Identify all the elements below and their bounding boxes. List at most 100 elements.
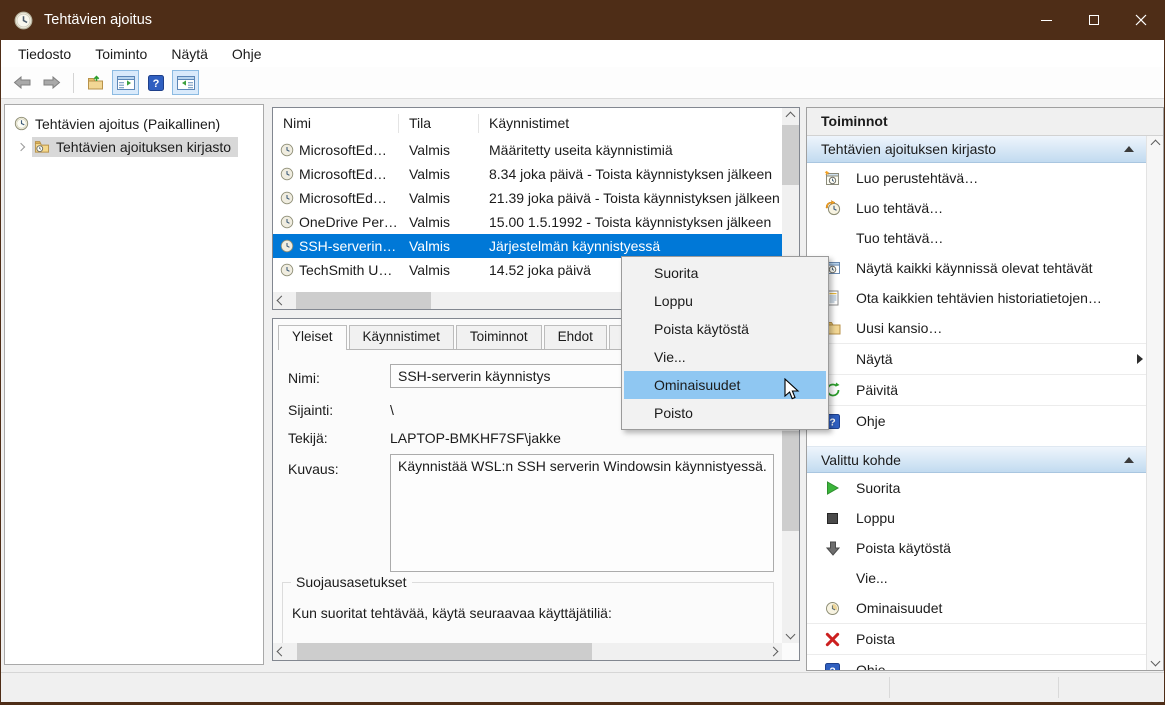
actions-panel: Toiminnot Tehtävien ajoituksen kirjasto … — [806, 107, 1164, 671]
context-menu-delete[interactable]: Poisto — [624, 399, 826, 427]
toolbar: ? — [1, 67, 1164, 99]
task-name: MicrosoftEd… — [299, 190, 387, 206]
column-header-name[interactable]: Nimi — [273, 114, 399, 133]
action-end[interactable]: Loppu — [807, 503, 1146, 533]
action-import-task[interactable]: Tuo tehtävä… — [807, 223, 1146, 253]
statusbar — [1, 672, 1164, 702]
column-header-triggers[interactable]: Käynnistimet — [479, 114, 799, 133]
menu-file[interactable]: Tiedosto — [6, 42, 83, 66]
action-help-selected[interactable]: ? Ohje — [807, 655, 1146, 670]
tab-triggers[interactable]: Käynnistimet — [349, 325, 454, 349]
column-header-status[interactable]: Tila — [399, 114, 479, 133]
action-label: Päivitä — [856, 382, 898, 398]
help-icon: ? — [825, 663, 840, 671]
action-label: Ohje — [856, 413, 886, 429]
collapse-icon[interactable] — [1124, 146, 1134, 152]
action-new-folder[interactable]: Uusi kansio… — [807, 313, 1146, 343]
tree-expander-icon[interactable] — [17, 142, 25, 150]
action-run[interactable]: Suorita — [807, 473, 1146, 503]
hscroll-thumb[interactable] — [296, 292, 431, 309]
task-status: Valmis — [399, 166, 479, 182]
scroll-left-icon[interactable] — [273, 643, 290, 660]
author-label: Tekijä: — [288, 430, 328, 446]
action-view[interactable]: Näytä — [807, 344, 1146, 374]
console-tree-toggle-button[interactable] — [112, 70, 139, 95]
tree-item-root[interactable]: Tehtävien ajoitus (Paikallinen) — [5, 112, 263, 135]
actions-section-selected-label: Valittu kohde — [821, 452, 901, 468]
action-disable[interactable]: Poista käytöstä — [807, 533, 1146, 563]
task-status: Valmis — [399, 262, 479, 278]
task-icon — [280, 239, 294, 253]
context-menu-run[interactable]: Suorita — [624, 259, 826, 287]
tab-conditions[interactable]: Ehdot — [544, 325, 607, 349]
scroll-right-icon[interactable] — [765, 643, 782, 660]
scroll-down-icon[interactable] — [1147, 653, 1164, 670]
tree-item-library[interactable]: Tehtävien ajoituksen kirjasto — [5, 135, 263, 158]
collapse-icon[interactable] — [1124, 457, 1134, 463]
actions-section-library-label: Tehtävien ajoituksen kirjasto — [821, 141, 996, 157]
action-create-basic-task[interactable]: Luo perustehtävä… — [807, 163, 1146, 193]
task-row[interactable]: MicrosoftEd… Valmis Määritetty useita kä… — [273, 138, 782, 162]
action-label: Luo perustehtävä… — [856, 170, 978, 186]
hscroll-thumb[interactable] — [297, 643, 592, 660]
task-row[interactable]: OneDrive Per… Valmis 15.00 1.5.1992 - To… — [273, 210, 782, 234]
action-pane-icon — [177, 76, 195, 90]
app-clock-icon — [14, 11, 33, 30]
delete-icon — [825, 632, 840, 647]
details-hscrollbar[interactable] — [273, 643, 782, 660]
run-icon — [826, 481, 839, 495]
task-status: Valmis — [399, 142, 479, 158]
task-triggers: Järjestelmän käynnistyessä — [479, 238, 782, 254]
task-icon — [280, 143, 294, 157]
tab-general[interactable]: Yleiset — [278, 325, 347, 350]
scroll-down-icon[interactable] — [782, 626, 799, 643]
menu-action[interactable]: Toiminto — [83, 42, 159, 66]
action-export[interactable]: Vie... — [807, 563, 1146, 593]
menu-view[interactable]: Näytä — [159, 42, 220, 66]
task-row[interactable]: MicrosoftEd… Valmis 21.39 joka päivä - T… — [273, 186, 782, 210]
scroll-left-icon[interactable] — [273, 292, 290, 309]
tree-root-label: Tehtävien ajoitus (Paikallinen) — [35, 116, 220, 132]
task-row-selected[interactable]: SSH-serverin… Valmis Järjestelmän käynni… — [273, 234, 782, 258]
task-name: MicrosoftEd… — [299, 166, 387, 182]
menu-help[interactable]: Ohje — [220, 42, 274, 66]
action-refresh[interactable]: Päivitä — [807, 375, 1146, 405]
action-create-task[interactable]: Luo tehtävä… — [807, 193, 1146, 223]
export-list-button[interactable] — [82, 70, 109, 95]
vscroll-thumb[interactable] — [782, 125, 799, 185]
actions-vscrollbar[interactable] — [1146, 136, 1163, 670]
action-pane-toggle-button[interactable] — [172, 70, 199, 95]
minimize-button[interactable] — [1023, 0, 1070, 40]
task-name: MicrosoftEd… — [299, 142, 387, 158]
actions-section-library[interactable]: Tehtävien ajoituksen kirjasto — [807, 136, 1146, 163]
back-arrow-icon — [13, 76, 31, 89]
forward-button[interactable] — [38, 70, 65, 95]
vscroll-thumb[interactable] — [782, 431, 799, 531]
task-icon — [280, 263, 294, 277]
help-button[interactable]: ? — [142, 70, 169, 95]
scroll-up-icon[interactable] — [1147, 136, 1164, 153]
action-properties[interactable]: Ominaisuudet — [807, 593, 1146, 623]
actions-section-selected-item[interactable]: Valittu kohde — [807, 446, 1146, 473]
back-button[interactable] — [8, 70, 35, 95]
maximize-button[interactable] — [1070, 0, 1117, 40]
description-field[interactable]: Käynnistää WSL:n SSH serverin Windowsin … — [390, 454, 774, 572]
mouse-cursor — [783, 378, 800, 401]
tab-actions[interactable]: Toiminnot — [456, 325, 542, 349]
close-button[interactable] — [1117, 0, 1164, 40]
action-enable-task-history[interactable]: Ota kaikkien tehtävien historiatietojen… — [807, 283, 1146, 313]
context-menu-disable[interactable]: Poista käytöstä — [624, 315, 826, 343]
scroll-up-icon[interactable] — [782, 108, 799, 125]
location-value: \ — [390, 402, 394, 418]
export-folder-icon — [87, 75, 104, 91]
task-row[interactable]: MicrosoftEd… Valmis 8.34 joka päivä - To… — [273, 162, 782, 186]
svg-text:?: ? — [152, 78, 159, 90]
action-delete[interactable]: Poista — [807, 624, 1146, 654]
action-show-running-tasks[interactable]: Näytä kaikki käynnissä olevat tehtävät — [807, 253, 1146, 283]
action-help-library[interactable]: ? Ohje — [807, 406, 1146, 436]
context-menu-end[interactable]: Loppu — [624, 287, 826, 315]
action-label: Poista — [856, 631, 895, 647]
minimize-icon — [1041, 20, 1052, 21]
context-menu-export[interactable]: Vie... — [624, 343, 826, 371]
action-label: Uusi kansio… — [856, 320, 942, 336]
